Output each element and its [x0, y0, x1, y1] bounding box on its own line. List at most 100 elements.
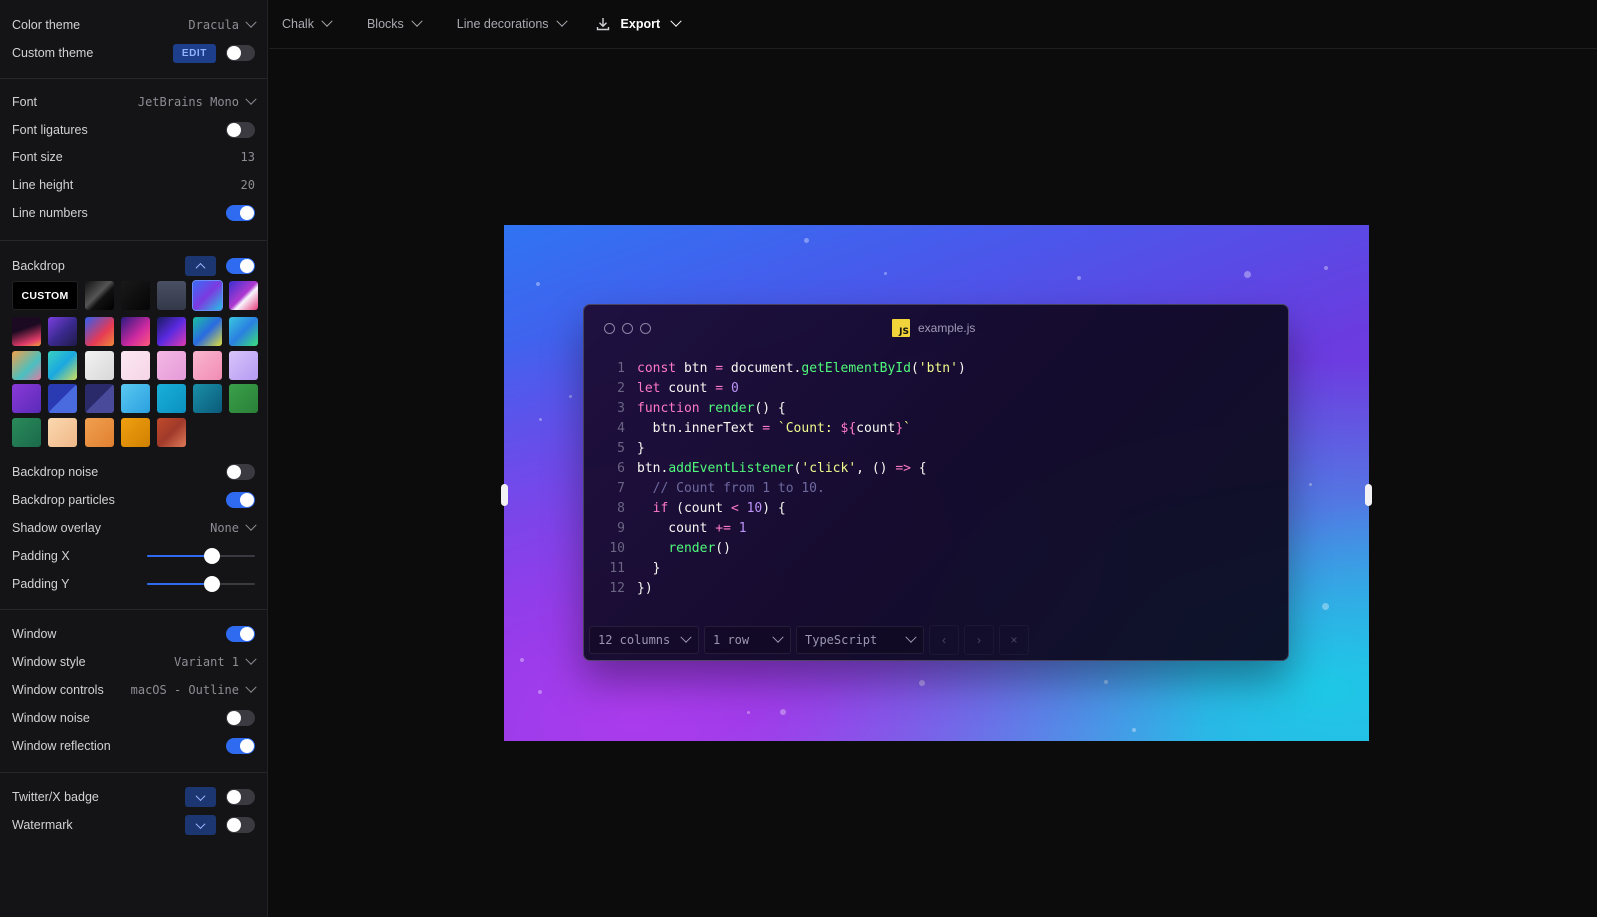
filename[interactable]: example.js	[918, 321, 975, 335]
code-line: 4 btn.innerText = `Count: ${count} `	[594, 419, 966, 439]
backdrop-swatch[interactable]	[85, 351, 114, 380]
window-noise-label: Window noise	[12, 711, 90, 725]
window-footer: 12 columns 1 row TypeScript ‹ › ×	[589, 625, 1029, 655]
resize-handle-right[interactable]	[1365, 484, 1372, 506]
backdrop-swatch[interactable]	[229, 384, 258, 413]
divider	[0, 609, 267, 610]
chalk-menu[interactable]: Chalk	[282, 15, 333, 31]
padding-x-slider[interactable]	[147, 548, 255, 564]
file-tab[interactable]: JS example.js	[892, 319, 975, 337]
slider-thumb[interactable]	[203, 576, 220, 592]
close-icon[interactable]: ×	[999, 625, 1029, 655]
rows-select[interactable]: 1 row	[704, 626, 791, 654]
shadow-overlay-select[interactable]: None	[210, 519, 257, 535]
backdrop-swatch[interactable]	[157, 281, 186, 310]
language-select[interactable]: TypeScript	[796, 626, 924, 654]
line-decorations-menu[interactable]: Line decorations	[456, 15, 568, 31]
code-line: 6 btn. addEventListener('click', () => {	[594, 459, 966, 479]
twitter-badge-expand-button[interactable]	[185, 787, 216, 807]
blocks-label: Blocks	[366, 17, 404, 31]
backdrop-swatch[interactable]	[85, 317, 114, 346]
font-ligatures-toggle[interactable]	[226, 122, 255, 138]
watermark-toggle[interactable]	[226, 817, 255, 833]
backdrop-swatch[interactable]	[229, 351, 258, 380]
line-height-input[interactable]: 20	[241, 178, 255, 192]
edit-theme-button[interactable]: EDIT	[172, 43, 216, 63]
backdrop-particles-toggle[interactable]	[226, 492, 255, 508]
next-icon[interactable]: ›	[964, 625, 994, 655]
line-numbers-toggle[interactable]	[226, 205, 255, 221]
token: =	[762, 421, 771, 436]
color-theme-row[interactable]: Color theme Dracula	[12, 14, 257, 36]
token: btn.	[637, 461, 669, 476]
backdrop-collapse-button[interactable]	[185, 256, 216, 276]
line-decorations-label: Line decorations	[456, 17, 549, 31]
backdrop-swatch[interactable]	[157, 384, 186, 413]
padding-x-label: Padding X	[12, 549, 70, 563]
font-size-input[interactable]: 13	[241, 150, 255, 164]
window-style-select[interactable]: Variant 1	[174, 653, 257, 669]
backdrop-swatch[interactable]	[121, 317, 150, 346]
backdrop-swatch[interactable]	[12, 384, 41, 413]
code-editor[interactable]: 1 const btn = document. getElementById('bt…	[594, 359, 966, 599]
backdrop-swatch[interactable]	[85, 384, 114, 413]
line-numbers-label: Line numbers	[12, 206, 88, 220]
export-button[interactable]: Export	[595, 15, 682, 32]
font-select[interactable]: JetBrains Mono	[138, 93, 257, 109]
backdrop-swatch[interactable]	[85, 281, 114, 310]
backdrop-toggle[interactable]	[226, 258, 255, 274]
backdrop-swatch[interactable]	[121, 281, 150, 310]
backdrop-swatch[interactable]	[48, 418, 77, 447]
backdrop-swatch[interactable]	[121, 418, 150, 447]
backdrop-swatch[interactable]	[192, 280, 223, 311]
particle	[1132, 728, 1136, 732]
font-label: Font	[12, 95, 38, 109]
shadow-overlay-row[interactable]: Shadow overlay None	[12, 517, 257, 539]
line-height-row: Line height 20	[12, 174, 255, 196]
particle	[1104, 680, 1108, 684]
backdrop-swatch[interactable]	[229, 281, 258, 310]
color-theme-value: Dracula	[188, 18, 239, 32]
backdrop-swatch[interactable]	[12, 418, 41, 447]
backdrop-swatch[interactable]	[193, 351, 222, 380]
backdrop-swatch[interactable]	[193, 384, 222, 413]
line-number: 1	[617, 361, 625, 376]
backdrop-swatch[interactable]	[121, 384, 150, 413]
window-toggle[interactable]	[226, 626, 255, 642]
backdrop-swatch[interactable]	[157, 418, 186, 447]
window-style-row[interactable]: Window style Variant 1	[12, 651, 257, 673]
backdrop-swatch[interactable]	[157, 351, 186, 380]
backdrop-swatch[interactable]	[48, 384, 77, 413]
window-controls-row[interactable]: Window controls macOS - Outline	[12, 679, 257, 701]
backdrop-swatch[interactable]	[12, 317, 41, 346]
backdrop-swatch[interactable]	[229, 317, 258, 346]
custom-backdrop-button[interactable]: CUSTOM	[12, 281, 78, 310]
backdrop-noise-toggle[interactable]	[226, 464, 255, 480]
backdrop-swatch[interactable]	[48, 317, 77, 346]
previous-icon[interactable]: ‹	[929, 625, 959, 655]
columns-value: 12 columns	[598, 633, 671, 647]
custom-theme-toggle[interactable]	[226, 45, 255, 61]
color-theme-select[interactable]: Dracula	[188, 16, 257, 32]
backdrop-swatch[interactable]	[85, 418, 114, 447]
chevron-down-icon	[245, 93, 257, 105]
window-noise-toggle[interactable]	[226, 710, 255, 726]
blocks-menu[interactable]: Blocks	[366, 15, 423, 31]
backdrop-swatch[interactable]	[157, 317, 186, 346]
resize-handle-left[interactable]	[501, 484, 508, 506]
window-reflection-toggle[interactable]	[226, 738, 255, 754]
columns-select[interactable]: 12 columns	[589, 626, 699, 654]
top-toolbar: Chalk Blocks Line decorations Export	[269, 0, 1597, 49]
token: , ()	[856, 461, 896, 476]
padding-y-slider[interactable]	[147, 576, 255, 592]
backdrop-swatch[interactable]	[48, 351, 77, 380]
backdrop-swatch[interactable]	[193, 317, 222, 346]
window-controls-select[interactable]: macOS - Outline	[131, 681, 257, 697]
watermark-expand-button[interactable]	[185, 815, 216, 835]
backdrop-swatch[interactable]	[12, 351, 41, 380]
twitter-badge-toggle[interactable]	[226, 789, 255, 805]
backdrop-swatch[interactable]	[121, 351, 150, 380]
font-row[interactable]: Font JetBrains Mono	[12, 91, 257, 113]
padding-y-row: Padding Y	[12, 573, 255, 595]
slider-thumb[interactable]	[203, 548, 220, 564]
